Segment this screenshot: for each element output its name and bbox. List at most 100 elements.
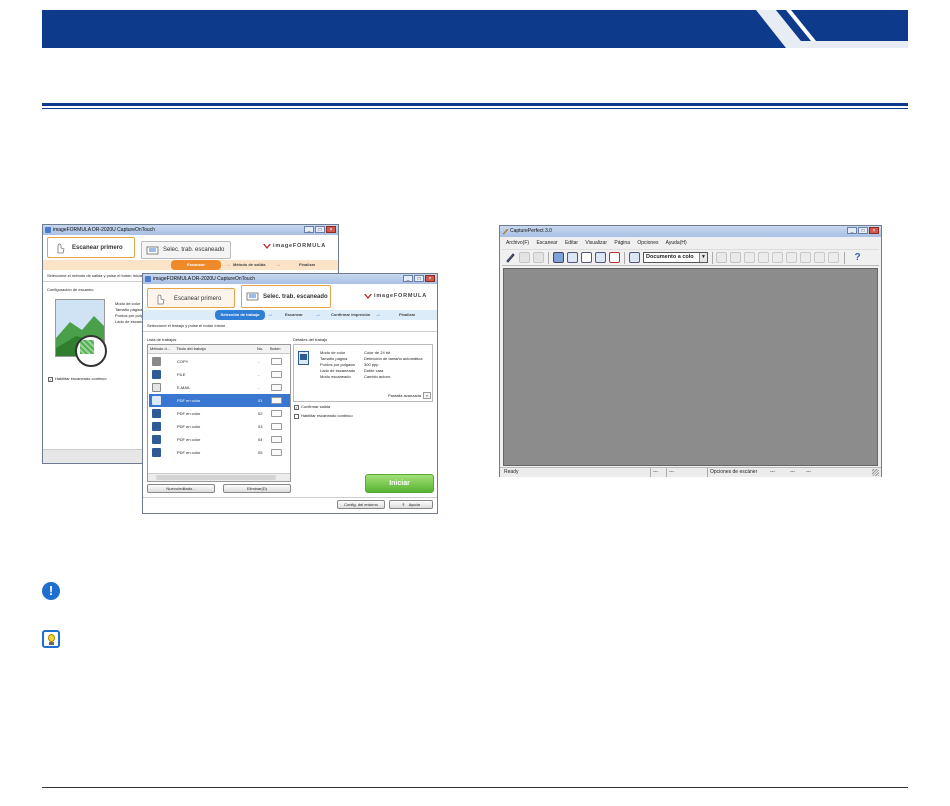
scan-to-file-icon[interactable]	[581, 252, 592, 263]
header-rule-thick	[42, 103, 908, 106]
step: Escanear	[285, 312, 303, 317]
maximize-button[interactable]: □	[315, 226, 325, 233]
help-button[interactable]: ? Ayuda	[389, 500, 433, 509]
job-list[interactable]: Método d... Título del trabajo No. Botón…	[147, 344, 291, 482]
window-titlebar[interactable]: imageFORMULA DR-2020U CaptureOnTouch _ □…	[43, 225, 338, 235]
column-header[interactable]: Método d...	[150, 346, 170, 352]
tab-scan-first[interactable]: Escanear primero	[147, 288, 235, 308]
captureperfect-window: CapturePerfect 3.0 _ □ × Archivo(F) Esca…	[499, 225, 882, 477]
zoom-fit-icon[interactable]	[772, 252, 783, 263]
column-header[interactable]: Botón	[270, 346, 280, 352]
scan-batch-icon[interactable]	[553, 252, 564, 263]
advanced-screen-button[interactable]: »	[423, 392, 431, 399]
tab-select-job[interactable]: Selec. trab. escaneado	[241, 285, 331, 308]
close-button[interactable]: ×	[869, 227, 879, 234]
step: Finalizar	[399, 312, 416, 317]
menu-item-view[interactable]: Visualizar	[585, 240, 607, 246]
scan-page-icon[interactable]	[567, 252, 578, 263]
job-button-icon[interactable]	[271, 384, 282, 391]
maximize-button[interactable]: □	[858, 227, 868, 234]
chevron-down-icon[interactable]: ▼	[699, 253, 707, 262]
scan-to-print-icon[interactable]	[595, 252, 606, 263]
menu-item-options[interactable]: Opciones	[637, 240, 658, 246]
start-button[interactable]: Iniciar	[365, 474, 434, 493]
print-icon[interactable]	[533, 252, 544, 263]
tab-select-job[interactable]: Selec. trab. escaneado	[141, 241, 231, 259]
pdf-job-icon	[152, 422, 161, 431]
job-button-icon[interactable]	[271, 436, 282, 443]
window-titlebar[interactable]: imageFORMULA DR-2020U CaptureOnTouch _ □…	[143, 274, 437, 284]
resize-grip-icon[interactable]	[872, 469, 879, 476]
status-cell: ---	[806, 469, 811, 475]
job-number: -	[258, 385, 260, 390]
close-button[interactable]: ×	[326, 226, 336, 233]
minimize-button[interactable]: _	[403, 275, 413, 282]
job-row-selected[interactable]: PDF en color 01	[149, 394, 290, 407]
zoom-out-icon[interactable]	[758, 252, 769, 263]
job-button-icon[interactable]	[271, 371, 282, 378]
pen-tool-icon[interactable]	[505, 252, 516, 263]
toolbar-separator	[844, 252, 845, 264]
help-label: Ayuda	[408, 502, 420, 507]
menu-item-scan[interactable]: Escanear	[536, 240, 557, 246]
captureontouch-window-front: imageFORMULA DR-2020U CaptureOnTouch _ □…	[142, 273, 438, 514]
job-row[interactable]: PDF en color 04	[149, 433, 290, 446]
continuous-checkbox[interactable]: ✓	[48, 377, 53, 382]
window-titlebar[interactable]: CapturePerfect 3.0 _ □ ×	[500, 226, 881, 237]
tab-scan-first[interactable]: Escanear primero	[47, 237, 135, 258]
step: Método de salida	[233, 262, 266, 267]
prev-page-icon[interactable]	[800, 252, 811, 263]
job-button-icon[interactable]	[271, 397, 282, 404]
next-page-icon[interactable]	[814, 252, 825, 263]
hint-lightbulb-icon	[42, 630, 60, 648]
window-controls: _ □ ×	[304, 226, 336, 233]
settings-label: Configuración de escaneo	[47, 287, 94, 292]
step-active: Escanear	[171, 260, 221, 270]
help-icon: ?	[402, 502, 405, 507]
scan-to-mail-icon[interactable]	[609, 252, 620, 263]
menu-item-edit[interactable]: Editar	[565, 240, 578, 246]
confirm-output-checkbox[interactable]: ✓	[294, 405, 299, 410]
new-icon[interactable]	[519, 252, 530, 263]
preset-select[interactable]: Documento a colo ▼	[643, 252, 708, 263]
menu-item-file[interactable]: Archivo(F)	[506, 240, 529, 246]
maximize-button[interactable]: □	[414, 275, 424, 282]
first-page-icon[interactable]	[786, 252, 797, 263]
job-row[interactable]: PDF en color 02	[149, 407, 290, 420]
delete-button[interactable]: Eliminar(D)	[223, 484, 291, 493]
close-button[interactable]: ×	[425, 275, 435, 282]
scanner-settings-icon[interactable]	[629, 252, 640, 263]
hand-icon	[57, 243, 65, 254]
document-workspace[interactable]	[503, 268, 878, 466]
zoom-in-icon[interactable]	[744, 252, 755, 263]
job-row[interactable]: COPY -	[149, 355, 290, 368]
horizontal-scrollbar[interactable]	[148, 473, 290, 481]
menu-item-help[interactable]: Ayuda(H)	[666, 240, 687, 246]
pen-icon	[502, 228, 509, 235]
new-edit-button[interactable]: Nuevo/editado...	[147, 484, 215, 493]
column-header[interactable]: Título del trabajo	[176, 346, 206, 352]
job-row[interactable]: FILE -	[149, 368, 290, 381]
pdf-job-icon	[152, 435, 161, 444]
help-icon[interactable]: ?	[852, 252, 863, 263]
details-values: Color de 24 bit Detección de tamaño auto…	[364, 350, 422, 380]
footer-divider	[143, 497, 437, 498]
job-row[interactable]: E-MAIL -	[149, 381, 290, 394]
job-button-icon[interactable]	[271, 423, 282, 430]
job-row[interactable]: PDF en color 03	[149, 420, 290, 433]
column-header[interactable]: No.	[257, 346, 263, 352]
pdf-job-icon	[152, 448, 161, 457]
minimize-button[interactable]: _	[847, 227, 857, 234]
job-button-icon[interactable]	[271, 358, 282, 365]
last-page-icon[interactable]	[828, 252, 839, 263]
job-row[interactable]: PDF en color 05	[149, 446, 290, 459]
tab-label: Selec. trab. escaneado	[263, 294, 328, 300]
multi-view-icon[interactable]	[730, 252, 741, 263]
single-view-icon[interactable]	[716, 252, 727, 263]
job-button-icon[interactable]	[271, 449, 282, 456]
minimize-button[interactable]: _	[304, 226, 314, 233]
job-button-icon[interactable]	[271, 410, 282, 417]
continuous-checkbox[interactable]	[294, 414, 299, 419]
menu-item-page[interactable]: Página	[614, 240, 630, 246]
environment-settings-button[interactable]: Config. del entorno	[337, 500, 385, 509]
